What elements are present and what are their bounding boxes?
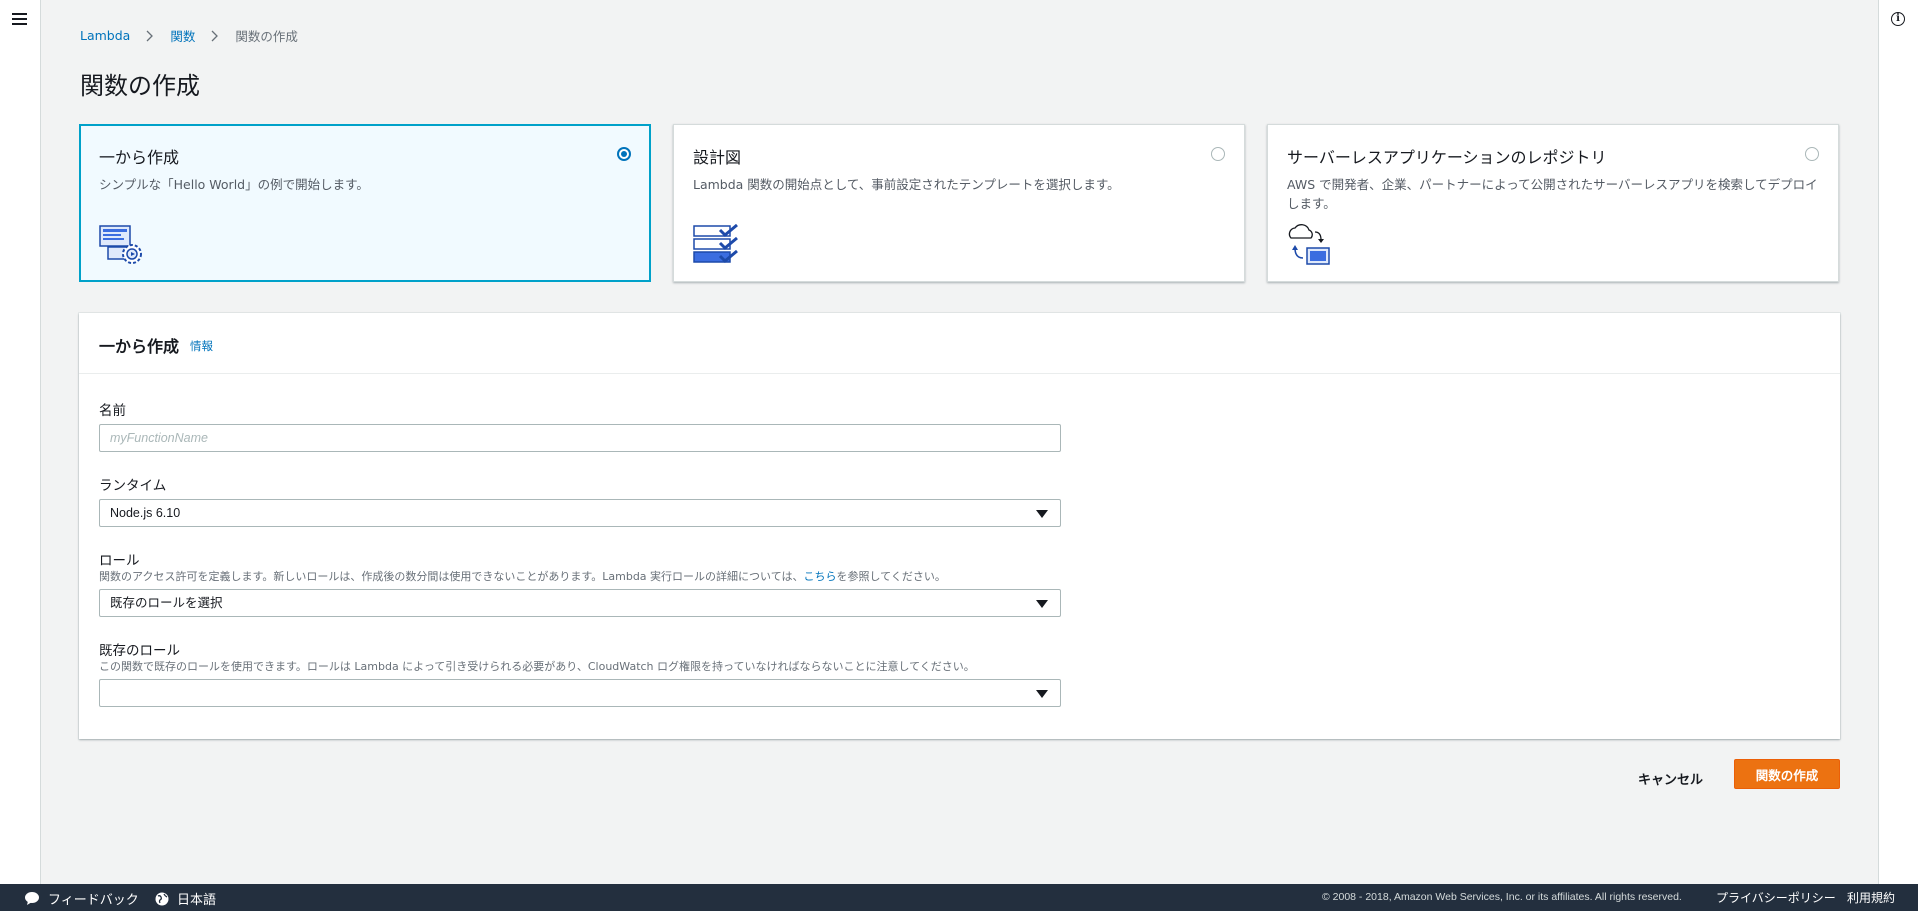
option-card-description: シンプルな「Hello World」の例で開始します。 xyxy=(99,177,369,192)
caret-down-icon xyxy=(1036,510,1048,518)
info-icon[interactable]: i xyxy=(1891,12,1905,26)
existing-role-select[interactable] xyxy=(99,679,1061,707)
globe-icon xyxy=(155,892,169,905)
checklist-icon xyxy=(693,224,738,264)
cloud-deploy-icon xyxy=(1288,224,1330,265)
breadcrumb: Lambda 関数 関数の作成 xyxy=(80,26,298,45)
chevron-right-icon xyxy=(146,30,154,41)
name-label: 名前 xyxy=(99,403,126,419)
feedback-label: フィードバック xyxy=(48,893,139,908)
left-navigation-rail xyxy=(0,0,41,884)
option-card-title: 一から作成 xyxy=(99,148,180,167)
speech-bubble-icon xyxy=(25,892,39,905)
role-select[interactable]: 既存のロールを選択 xyxy=(99,589,1061,617)
option-card-title: 設計図 xyxy=(693,148,742,167)
option-card-serverless-app-repository[interactable]: サーバーレスアプリケーションのレポジトリ AWS で開発者、企業、パートナーによ… xyxy=(1267,124,1839,282)
chevron-right-icon xyxy=(211,30,219,41)
breadcrumb-lambda[interactable]: Lambda xyxy=(80,28,130,43)
language-label: 日本語 xyxy=(177,893,217,908)
author-from-scratch-panel: 一から作成 情報 名前 ランタイム Node.js 6.10 ロール 関数のアク… xyxy=(79,313,1840,739)
create-function-button[interactable]: 関数の作成 xyxy=(1734,759,1840,789)
breadcrumb-current: 関数の作成 xyxy=(235,29,298,44)
panel-header: 一から作成 情報 xyxy=(79,313,1840,374)
runtime-select-value: Node.js 6.10 xyxy=(110,506,181,520)
option-card-blueprints[interactable]: 設計図 Lambda 関数の開始点として、事前設定されたテンプレートを選択します… xyxy=(673,124,1245,282)
function-name-input[interactable] xyxy=(99,424,1061,452)
runtime-select[interactable]: Node.js 6.10 xyxy=(99,499,1061,527)
role-details-link[interactable]: こちら xyxy=(803,570,836,583)
copyright-text: © 2008 - 2018, Amazon Web Services, Inc.… xyxy=(1322,891,1682,903)
option-card-description: AWS で開発者、企業、パートナーによって公開されたサーバーレスアプリを検索して… xyxy=(1287,177,1818,211)
breadcrumb-functions[interactable]: 関数 xyxy=(170,26,195,45)
right-help-rail: i xyxy=(1878,0,1918,884)
option-card-description: Lambda 関数の開始点として、事前設定されたテンプレートを選択します。 xyxy=(693,177,1120,192)
option-card-title: サーバーレスアプリケーションのレポジトリ xyxy=(1287,148,1607,167)
role-description-text: 関数のアクセス許可を定義します。新しいロールは、作成後の数分間は使用できないこと… xyxy=(99,570,804,583)
language-selector[interactable]: 日本語 xyxy=(155,889,216,908)
caret-down-icon xyxy=(1036,690,1048,698)
cancel-button[interactable]: キャンセル xyxy=(1628,763,1713,794)
radio-serverless-app-repository[interactable] xyxy=(1805,147,1819,161)
hamburger-menu-icon[interactable] xyxy=(12,13,27,26)
role-description-text-end: を参照してください。 xyxy=(836,570,946,583)
radio-blueprints[interactable] xyxy=(1211,147,1225,161)
panel-title: 一から作成 xyxy=(99,337,180,356)
runtime-label: ランタイム xyxy=(99,478,167,494)
terms-of-use-link[interactable]: 利用規約 xyxy=(1847,889,1895,906)
page-title: 関数の作成 xyxy=(80,72,200,100)
feedback-button[interactable]: フィードバック xyxy=(24,889,139,908)
existing-role-label: 既存のロール xyxy=(99,643,180,659)
option-card-author-from-scratch[interactable]: 一から作成 シンプルな「Hello World」の例で開始します。 xyxy=(79,124,651,282)
role-select-value: 既存のロールを選択 xyxy=(110,596,223,610)
radio-author-from-scratch[interactable] xyxy=(617,147,631,161)
code-gear-icon xyxy=(99,225,142,264)
existing-role-description: この関数で既存のロールを使用できます。ロールは Lambda によって引き受けら… xyxy=(99,660,975,673)
role-label: ロール xyxy=(99,553,140,569)
caret-down-icon xyxy=(1036,600,1048,608)
role-description: 関数のアクセス許可を定義します。新しいロールは、作成後の数分間は使用できないこと… xyxy=(99,568,946,584)
privacy-policy-link[interactable]: プライバシーポリシー xyxy=(1716,889,1836,906)
console-footer: フィードバック 日本語 © 2008 - 2018, Amazon Web Se… xyxy=(0,884,1918,911)
info-link[interactable]: 情報 xyxy=(190,338,213,354)
